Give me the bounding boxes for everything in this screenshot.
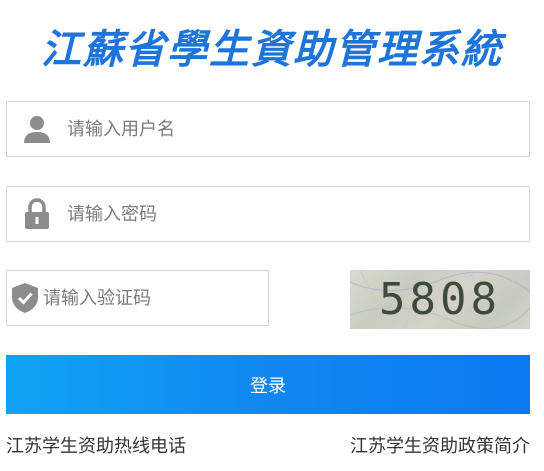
login-button[interactable]: 登录 bbox=[6, 355, 530, 414]
system-title: 江蘇省學生資助管理系統 bbox=[41, 26, 503, 73]
captcha-field[interactable] bbox=[6, 270, 269, 326]
captcha-image[interactable]: 5808 bbox=[350, 270, 530, 329]
captcha-input[interactable] bbox=[43, 271, 268, 325]
username-field[interactable] bbox=[6, 101, 530, 157]
lock-icon bbox=[7, 186, 67, 242]
password-input[interactable] bbox=[67, 187, 529, 241]
hotline-link[interactable]: 江苏学生资助热线电话 bbox=[6, 432, 186, 458]
username-input[interactable] bbox=[67, 102, 529, 156]
password-field[interactable] bbox=[6, 186, 530, 242]
policy-link[interactable]: 江苏学生资助政策简介 bbox=[350, 432, 530, 458]
captcha-text: 5808 bbox=[379, 274, 501, 325]
user-icon bbox=[7, 101, 67, 157]
shield-check-icon bbox=[7, 270, 43, 326]
